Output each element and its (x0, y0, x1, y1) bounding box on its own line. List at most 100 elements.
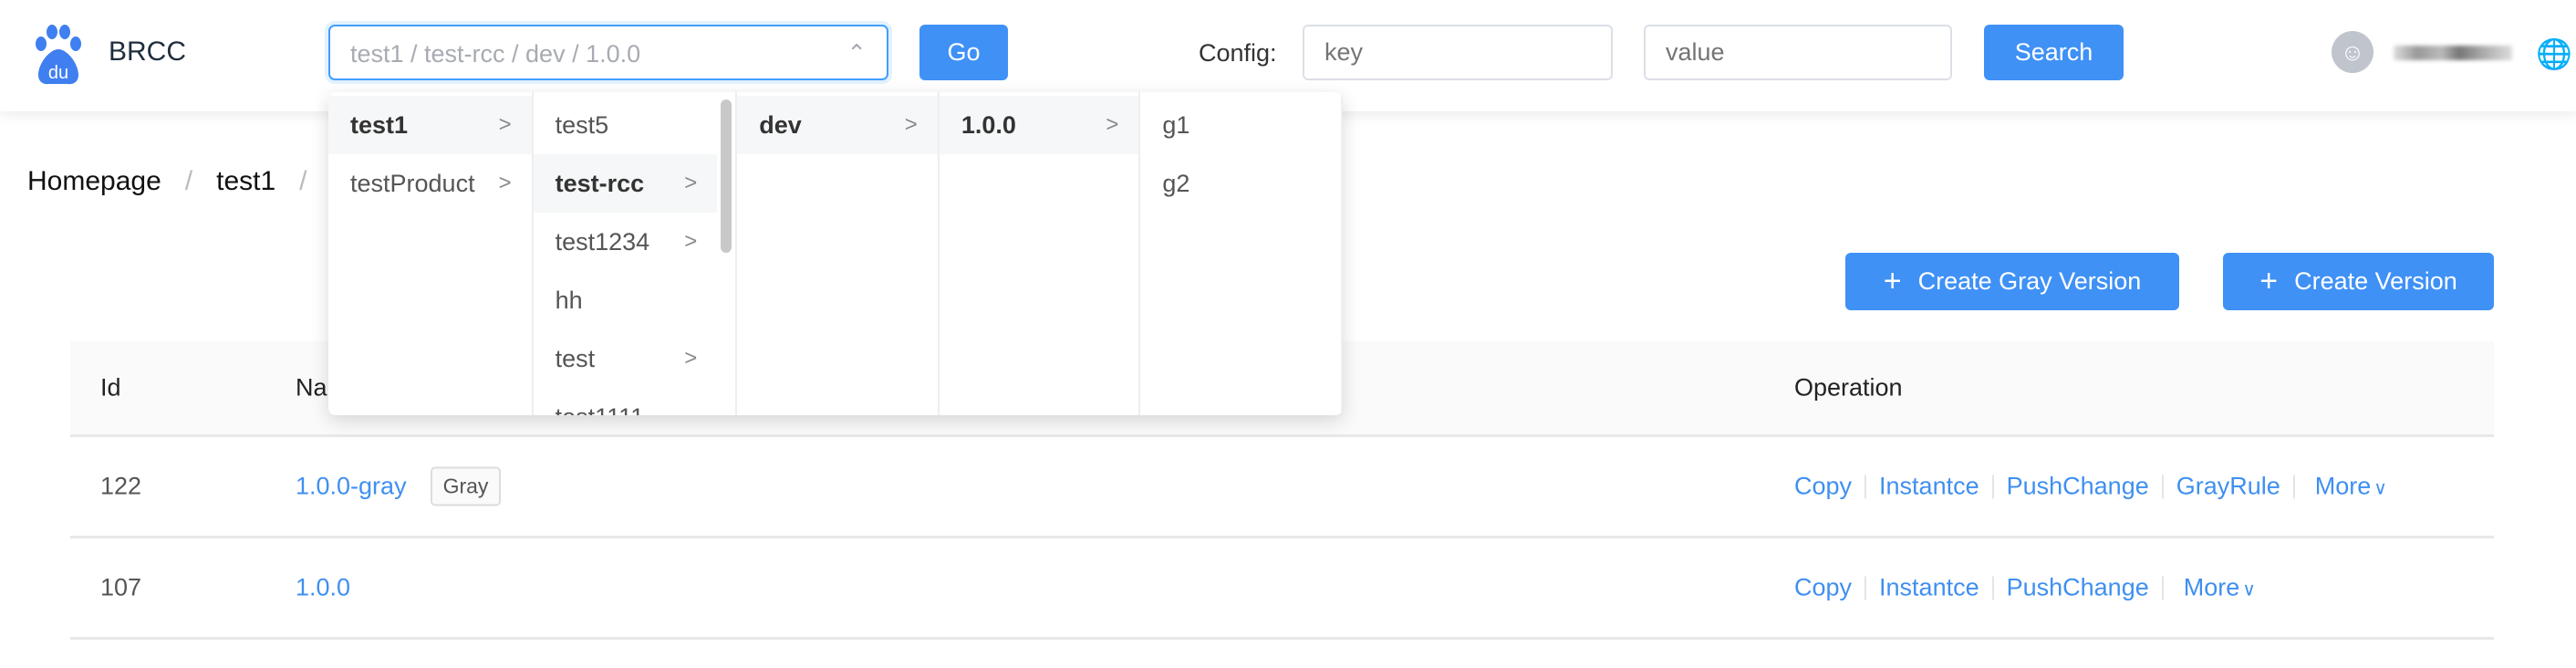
divider (1991, 576, 1994, 600)
cascader-column: g1 g2 (1140, 92, 1343, 415)
cascader-option[interactable]: g1 (1140, 96, 1341, 154)
go-button[interactable]: Go (919, 25, 1008, 80)
option-label: g2 (1162, 169, 1190, 197)
cascader-option[interactable]: test-rcc > (533, 154, 718, 213)
cascader-option[interactable]: test1234 > (534, 213, 718, 271)
op-grayrule-link[interactable]: GrayRule (2176, 473, 2280, 501)
version-name-link[interactable]: 1.0.0-gray (296, 473, 407, 501)
svg-text:du: du (48, 63, 68, 83)
version-name-link[interactable]: 1.0.0 (296, 574, 350, 602)
chevron-right-icon: > (498, 171, 512, 195)
option-label: hh (555, 286, 583, 314)
breadcrumb: Homepage / test1 / (27, 166, 307, 197)
divider (1991, 475, 1994, 498)
header-id: Id (100, 373, 121, 402)
config-label: Config: (1199, 39, 1277, 67)
user-icon: ☺ (2340, 37, 2365, 66)
breadcrumb-separator: / (184, 166, 193, 196)
op-pushchange-link[interactable]: PushChange (2007, 473, 2149, 501)
cascader-column: dev > (737, 92, 940, 415)
op-more-link[interactable]: More ∨ (2184, 574, 2256, 602)
cascader-column: test5 test-rcc > test1234 > hh test > test1111 (533, 92, 738, 416)
globe-icon[interactable]: 🌐 (2536, 37, 2572, 71)
op-instantce-link[interactable]: Instantce (1879, 574, 1979, 602)
breadcrumb-product[interactable]: test1 (216, 166, 275, 197)
config-key-input[interactable] (1303, 25, 1613, 80)
cell-id: 107 (100, 573, 142, 601)
cascader-option[interactable]: hh (534, 271, 718, 329)
chevron-right-icon: > (1106, 112, 1119, 137)
op-pushchange-link[interactable]: PushChange (2007, 574, 2149, 602)
chevron-right-icon: > (684, 171, 698, 195)
cascader-value: test1 / test-rcc / dev / 1.0.0 (350, 40, 641, 68)
operations: Copy Instantce PushChange GrayRule More ∨ (1794, 473, 2387, 501)
cell-id: 122 (100, 472, 142, 500)
op-label: Instantce (1879, 472, 1979, 500)
option-label: dev (759, 110, 802, 139)
username-blurred (2394, 46, 2512, 60)
cascader-option[interactable]: 1.0.0 > (939, 96, 1139, 154)
config-value-input[interactable] (1644, 25, 1952, 80)
product-cascader[interactable]: test1 / test-rcc / dev / 1.0.0 ⌃ (328, 25, 888, 80)
cascader-dropdown: test1 > testProduct > test5 test-rcc > test1234… (328, 92, 1343, 415)
brand-name: BRCC (109, 37, 187, 67)
chevron-down-icon: ∨ (2373, 478, 2387, 499)
divider (1864, 576, 1867, 600)
option-label: test1111 (556, 403, 645, 416)
cascader-column: 1.0.0 > (939, 92, 1141, 415)
op-label: More (2183, 573, 2240, 601)
op-copy-link[interactable]: Copy (1794, 574, 1852, 602)
op-label: Instantce (1879, 573, 1979, 601)
search-button[interactable]: Search (1984, 25, 2124, 80)
cascader-option[interactable]: test > (534, 329, 718, 388)
scrollbar[interactable] (721, 99, 732, 253)
operations: Copy Instantce PushChange More ∨ (1794, 574, 2256, 602)
op-label: Copy (1794, 573, 1853, 601)
option-label: test1234 (555, 227, 650, 256)
option-label: 1.0.0 (961, 110, 1016, 139)
create-version-button[interactable]: + Create Version (2223, 253, 2494, 310)
divider (2292, 475, 2295, 498)
op-more-link[interactable]: More ∨ (2315, 473, 2387, 501)
op-copy-link[interactable]: Copy (1794, 473, 1852, 501)
option-label: test-rcc (555, 169, 645, 197)
cascader-option[interactable]: test1111 (534, 388, 718, 416)
chevron-right-icon: > (904, 112, 918, 137)
cascader-column: test1 > testProduct > (328, 92, 534, 415)
plus-icon: + (1883, 264, 1902, 298)
baidu-logo: du (36, 25, 81, 85)
chevron-right-icon: > (684, 229, 698, 254)
user-avatar[interactable]: ☺ (2332, 31, 2373, 73)
cascader-option[interactable]: g2 (1140, 154, 1341, 213)
option-label: test1 (350, 110, 409, 139)
op-label: More (2314, 472, 2372, 500)
divider (1864, 475, 1867, 498)
chevron-right-icon: > (498, 112, 512, 137)
create-gray-version-button[interactable]: + Create Gray Version (1845, 253, 2179, 310)
plus-icon: + (2259, 264, 2279, 298)
divider (2161, 475, 2164, 498)
option-label: g1 (1162, 110, 1190, 139)
cascader-option[interactable]: dev > (737, 96, 938, 154)
gray-tag: Gray (430, 466, 502, 506)
cascader-option[interactable]: test5 (534, 96, 718, 154)
chevron-down-icon: ∨ (2242, 579, 2256, 600)
op-label: GrayRule (2176, 472, 2280, 500)
cascader-option[interactable]: test1 > (328, 96, 532, 154)
table-row: 107 1.0.0 Copy Instantce PushChange More ∨ (70, 538, 2494, 640)
divider (2161, 576, 2164, 600)
chevron-up-icon: ⌃ (847, 39, 867, 67)
op-label: PushChange (2006, 472, 2149, 500)
op-instantce-link[interactable]: Instantce (1879, 473, 1979, 501)
chevron-right-icon: > (684, 346, 698, 371)
breadcrumb-homepage[interactable]: Homepage (27, 166, 161, 197)
option-label: test (555, 344, 596, 372)
breadcrumb-separator: / (299, 166, 307, 196)
table-row: 122 1.0.0-gray Gray Copy Instantce PushChan… (70, 437, 2494, 538)
option-label: test5 (555, 110, 609, 139)
option-label: testProduct (350, 169, 475, 197)
op-label: Copy (1794, 472, 1853, 500)
cascader-option[interactable]: testProduct > (328, 154, 532, 213)
header-operation: Operation (1794, 373, 1903, 402)
op-label: PushChange (2006, 573, 2149, 601)
